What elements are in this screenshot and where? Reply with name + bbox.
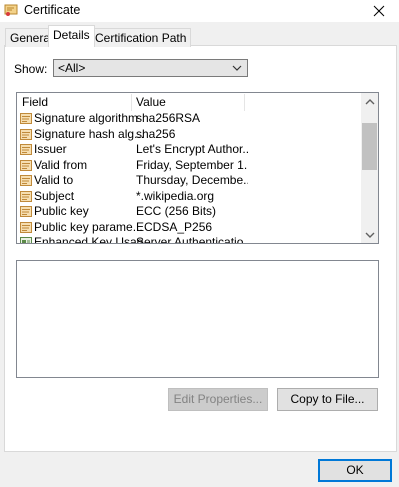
field-value: sha256: [136, 126, 176, 141]
certificate-field-icon: [20, 144, 32, 155]
field-name: Enhanced Key Usage: [34, 235, 144, 244]
certificate-icon: [4, 4, 18, 16]
field-name: Signature algorithm: [34, 111, 139, 125]
field-name: Subject: [34, 188, 75, 203]
scroll-down-button[interactable]: [361, 226, 378, 243]
list-item[interactable]: Public key parame... ECDSA_P256: [18, 220, 359, 236]
field-value: Friday, September 1...: [136, 157, 248, 172]
close-icon: [373, 5, 385, 17]
field-name: Valid to: [34, 173, 74, 187]
chevron-down-icon: [232, 65, 242, 71]
field-detail-textbox[interactable]: [16, 260, 379, 378]
field-value: Let's Encrypt Author...: [136, 142, 248, 156]
list-item[interactable]: Signature hash alg... sha256: [18, 127, 359, 143]
show-dropdown-value: <All>: [58, 61, 86, 75]
tab-details-label: Details: [53, 28, 90, 42]
certificate-field-icon: [20, 159, 32, 171]
column-header-field-label: Field: [22, 95, 49, 109]
close-button[interactable]: [359, 0, 399, 22]
tab-certification-path-label: Certification Path: [95, 31, 187, 45]
column-header-field[interactable]: Field: [18, 94, 131, 111]
vertical-scrollbar[interactable]: [361, 93, 378, 243]
list-item[interactable]: Enhanced Key Usage Server Authenticatio..…: [18, 235, 359, 244]
list-item[interactable]: Subject *.wikipedia.org: [18, 189, 359, 205]
list-item[interactable]: Issuer Let's Encrypt Author...: [18, 142, 359, 158]
tab-general-label: General: [10, 31, 53, 45]
field-name: Signature hash alg...: [34, 126, 144, 141]
certificate-field-icon: [20, 175, 32, 186]
field-value: *.wikipedia.org: [136, 188, 215, 203]
field-name: Public key parame...: [34, 219, 143, 234]
list-item[interactable]: Valid from Friday, September 1...: [18, 158, 359, 174]
field-name: Valid from: [34, 157, 88, 172]
ok-button[interactable]: OK: [318, 459, 392, 482]
certificate-field-icon: [20, 221, 32, 233]
scroll-up-button[interactable]: [361, 93, 378, 110]
certificate-field-icon: [20, 128, 32, 140]
column-header-value[interactable]: Value: [132, 94, 244, 111]
scrollbar-thumb[interactable]: [362, 123, 377, 170]
tab-details[interactable]: Details: [48, 25, 95, 47]
chevron-up-icon: [365, 98, 374, 104]
chevron-down-icon: [365, 232, 374, 238]
certificate-field-icon: [20, 113, 32, 124]
list-item[interactable]: Valid to Thursday, Decembe...: [18, 173, 359, 189]
column-divider[interactable]: [244, 94, 245, 111]
field-value: ECC (256 Bits): [136, 204, 217, 218]
show-label: Show:: [14, 62, 48, 76]
list-item[interactable]: Public key ECC (256 Bits): [18, 204, 359, 220]
certificate-field-icon: [20, 206, 32, 217]
show-dropdown[interactable]: <All>: [53, 59, 248, 77]
certificate-field-icon: [20, 190, 32, 202]
tab-certification-path[interactable]: Certification Path: [90, 28, 192, 47]
copy-to-file-button[interactable]: Copy to File...: [277, 388, 378, 411]
field-list[interactable]: Field Value Signature algorithm sha256RSA…: [16, 92, 379, 244]
field-value: Thursday, Decembe...: [136, 173, 248, 187]
field-value: sha256RSA: [136, 111, 201, 125]
certificate-extension-icon: [20, 237, 32, 243]
field-name: Issuer: [34, 142, 67, 156]
field-name: Public key: [34, 204, 89, 218]
field-value: Server Authenticatio...: [136, 235, 248, 244]
column-header-value-label: Value: [136, 95, 166, 109]
edit-properties-button[interactable]: Edit Properties...: [168, 388, 268, 411]
title-bar: Certificate: [0, 0, 399, 22]
window-title: Certificate: [24, 3, 81, 17]
list-item[interactable]: Signature algorithm sha256RSA: [18, 111, 359, 127]
field-value: ECDSA_P256: [136, 219, 213, 234]
